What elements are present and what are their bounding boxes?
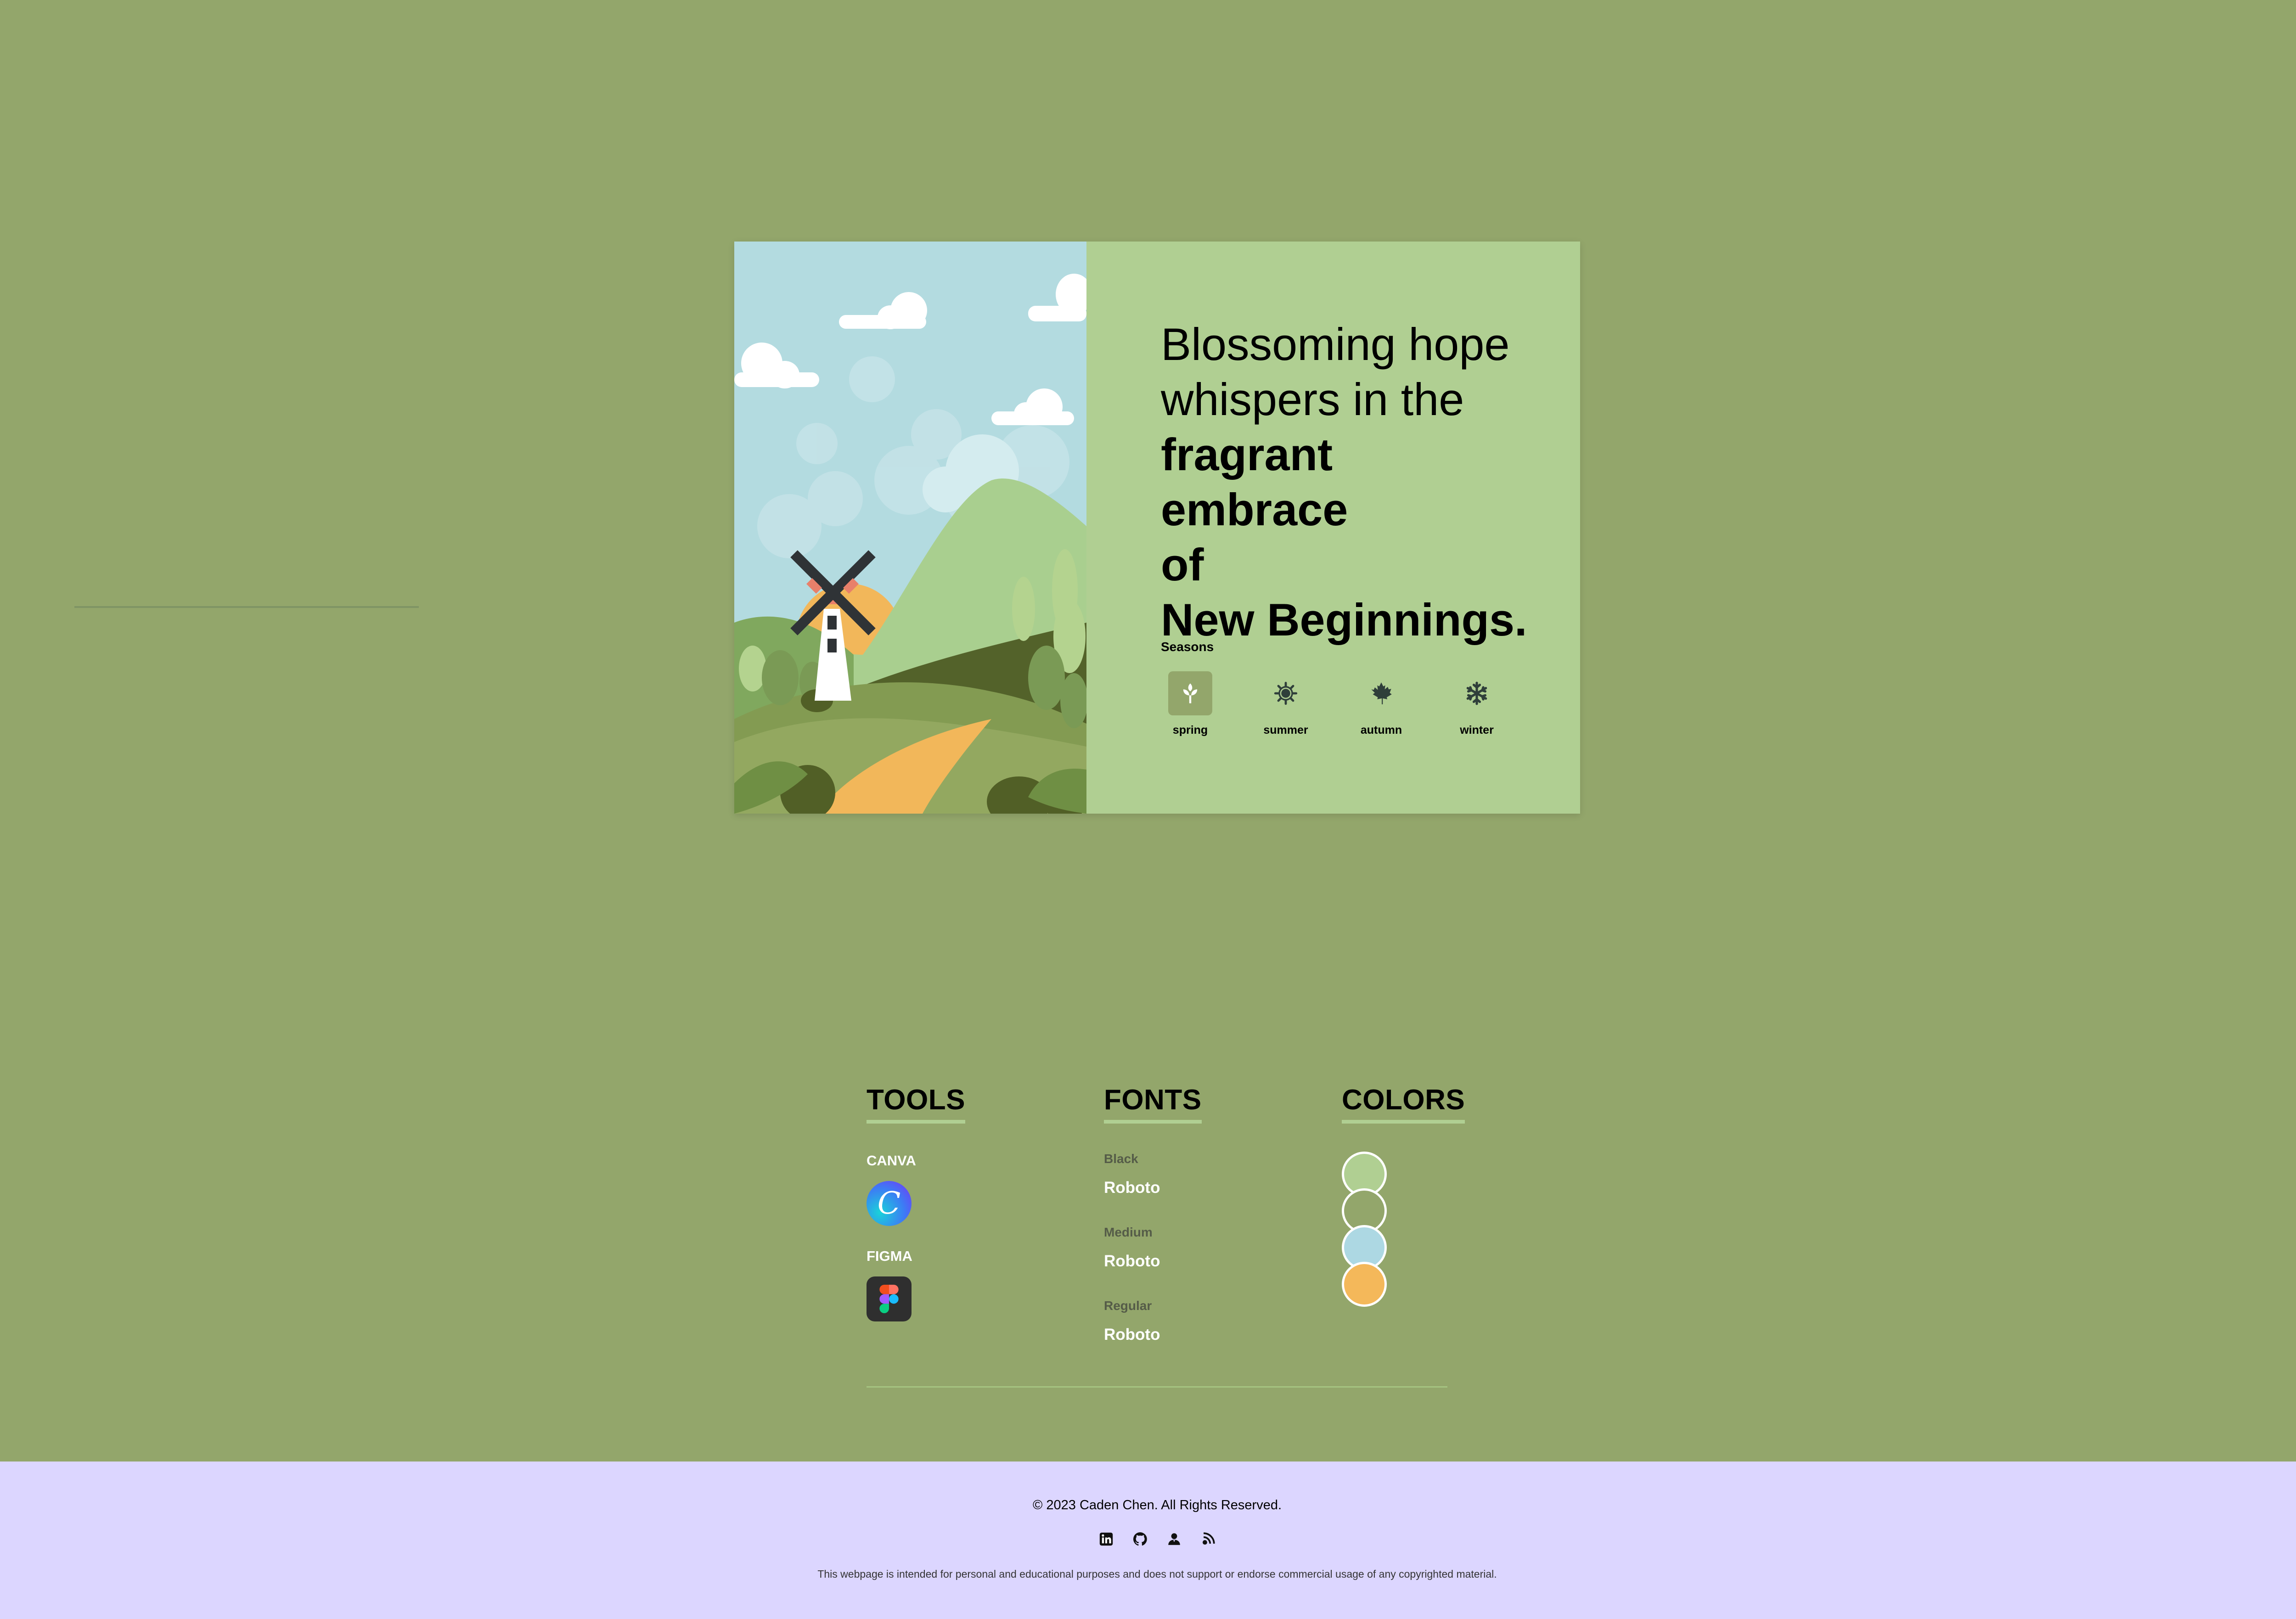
- footer: © 2023 Caden Chen. All Rights Reserved. …: [0, 1462, 2296, 1619]
- font-weight-regular: Regular: [1104, 1299, 1152, 1313]
- season-spring-button[interactable]: spring: [1142, 671, 1238, 737]
- snowflake-icon: [1455, 671, 1499, 715]
- headline-line-2: whispers in the: [1161, 374, 1464, 425]
- season-winter-button[interactable]: winter: [1429, 671, 1525, 737]
- tools-column: TOOLS CANVA C FIGMA: [867, 1084, 965, 1321]
- sun-icon: [1264, 671, 1308, 715]
- color-swatch-orange: [1342, 1262, 1387, 1307]
- season-autumn-button[interactable]: autumn: [1334, 671, 1429, 737]
- seasons-selector: spring summer autumn winter: [1142, 671, 1528, 737]
- headline-line-5: New Beginnings.: [1161, 594, 1527, 645]
- seasons-label: Seasons: [1161, 640, 1214, 654]
- tool-name-canva: CANVA: [867, 1152, 916, 1169]
- copyright-text: © 2023 Caden Chen. All Rights Reserved.: [1032, 1498, 1282, 1512]
- font-family-name: Roboto: [1104, 1326, 1160, 1344]
- figma-logo-icon[interactable]: [867, 1276, 912, 1321]
- sprout-icon: [1168, 671, 1212, 715]
- maple-leaf-icon: [1359, 671, 1403, 715]
- hero-divider: [74, 606, 419, 608]
- linkedin-icon[interactable]: [1097, 1530, 1115, 1548]
- fonts-title: FONTS: [1104, 1084, 1202, 1124]
- season-label: autumn: [1360, 724, 1402, 736]
- figma-glyph: [879, 1285, 899, 1313]
- season-label: winter: [1460, 724, 1494, 736]
- github-icon[interactable]: [1131, 1530, 1149, 1548]
- portfolio-user-icon[interactable]: [1165, 1530, 1183, 1548]
- season-label: spring: [1172, 724, 1208, 736]
- font-family-name: Roboto: [1104, 1252, 1160, 1270]
- disclaimer-text: This webpage is intended for personal an…: [817, 1568, 1497, 1580]
- landscape-art: [734, 242, 1086, 814]
- social-links: [0, 1530, 2296, 1548]
- font-weight-medium: Medium: [1104, 1225, 1153, 1239]
- headline-line-4: of: [1161, 539, 1204, 590]
- canva-logo-icon[interactable]: C: [867, 1181, 912, 1226]
- colors-column: COLORS: [1342, 1084, 1465, 1307]
- colors-title: COLORS: [1342, 1084, 1465, 1124]
- hero-headline: Blossoming hope whispers in the fragrant…: [1161, 317, 1528, 647]
- tool-name-figma: FIGMA: [867, 1248, 912, 1264]
- headline-line-1: Blossoming hope: [1161, 319, 1510, 370]
- tools-title: TOOLS: [867, 1084, 965, 1124]
- font-family-name: Roboto: [1104, 1179, 1160, 1197]
- font-weight-black: Black: [1104, 1152, 1138, 1166]
- season-label: summer: [1263, 724, 1308, 736]
- headline-line-3: fragrant embrace: [1161, 429, 1348, 535]
- section-divider: [867, 1386, 1447, 1388]
- blog-icon[interactable]: [1199, 1530, 1217, 1548]
- fonts-column: FONTS Black Roboto Medium Roboto Regular…: [1104, 1084, 1202, 1344]
- season-summer-button[interactable]: summer: [1238, 671, 1334, 737]
- windmill-landscape-illustration: [734, 242, 1086, 814]
